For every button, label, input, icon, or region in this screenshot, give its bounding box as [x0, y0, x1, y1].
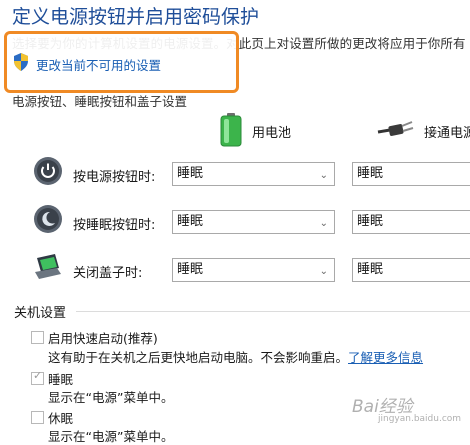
- sleep-button-ac-select[interactable]: 睡眠: [352, 210, 470, 234]
- sleep-option-label: 睡眠: [48, 372, 74, 387]
- power-button-battery-select[interactable]: 睡眠 ⌄: [172, 162, 335, 186]
- select-value: 睡眠: [357, 166, 384, 181]
- learn-more-link[interactable]: 了解更多信息: [348, 350, 423, 365]
- sleep-checkbox[interactable]: ✓: [31, 369, 44, 385]
- hibernate-checkbox[interactable]: [31, 411, 44, 424]
- power-button-label: 按电源按钮时:: [73, 170, 156, 185]
- ac-column-label: 接通电源: [424, 126, 470, 141]
- select-value: 睡眠: [177, 262, 204, 277]
- fast-startup-desc-text: 这有助于在关机之后更快地启动电脑。不会影响重启。: [48, 350, 349, 365]
- fast-startup-checkbox[interactable]: [31, 331, 44, 344]
- power-plug-icon: [377, 121, 414, 136]
- select-value: 睡眠: [177, 166, 204, 181]
- select-value: 睡眠: [357, 262, 384, 277]
- lid-close-ac-select[interactable]: 睡眠: [352, 258, 470, 282]
- section-divider: [76, 311, 470, 312]
- battery-icon: [220, 113, 242, 147]
- power-button-ac-select[interactable]: 睡眠: [352, 162, 470, 186]
- baidu-watermark-url: jingyan.baidu.com: [378, 414, 462, 424]
- sleep-option-description: 显示在“电源”菜单中。: [48, 390, 174, 405]
- uac-shield-icon: [14, 53, 28, 71]
- checkmark-icon: ✓: [33, 369, 43, 382]
- select-value: 睡眠: [177, 214, 204, 229]
- power-button-icon: [34, 157, 62, 185]
- sleep-button-label: 按睡眠按钮时:: [73, 218, 156, 233]
- laptop-lid-icon: [35, 254, 61, 279]
- hibernate-option-label: 休眠: [48, 411, 74, 426]
- sleep-button-battery-select[interactable]: 睡眠 ⌄: [172, 210, 335, 234]
- shutdown-section-header: 关机设置: [14, 306, 67, 321]
- battery-column-label: 用电池: [252, 126, 292, 141]
- fast-startup-description: 这有助于在关机之后更快地启动电脑。不会影响重启。了解更多信息: [48, 347, 423, 366]
- chevron-down-icon: ⌄: [319, 170, 328, 181]
- page-title: 定义电源按钮并启用密码保护: [12, 6, 260, 28]
- change-unavailable-settings-link[interactable]: 更改当前不可用的设置: [36, 55, 161, 74]
- lid-close-battery-select[interactable]: 睡眠 ⌄: [172, 258, 335, 282]
- chevron-down-icon: ⌄: [319, 266, 328, 277]
- chevron-down-icon: ⌄: [319, 218, 328, 229]
- select-value: 睡眠: [357, 214, 384, 229]
- sleep-button-icon: [34, 205, 62, 233]
- power-section-header: 电源按钮、睡眠按钮和盖子设置: [12, 94, 188, 109]
- lid-close-label: 关闭盖子时:: [73, 266, 143, 281]
- fast-startup-label: 启用快速启动(推荐): [48, 331, 158, 346]
